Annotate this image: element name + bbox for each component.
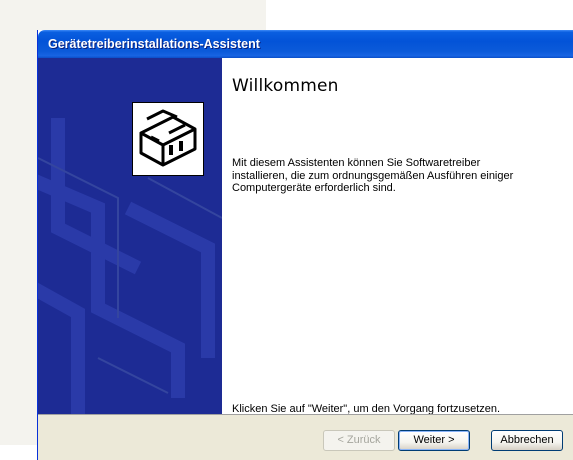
wizard-window: Gerätetreiberinstallations-Assistent Wil… [37, 30, 573, 460]
cancel-button[interactable]: Abbrechen [491, 430, 563, 451]
wizard-sidebar [38, 58, 222, 414]
next-button[interactable]: Weiter > [398, 430, 470, 451]
title-bar[interactable]: Gerätetreiberinstallations-Assistent [38, 30, 573, 58]
intro-text: Mit diesem Assistenten können Sie Softwa… [232, 157, 514, 194]
driver-install-icon [132, 102, 204, 176]
wizard-content: Willkommen Mit diesem Assistenten können… [222, 58, 573, 415]
window-title: Gerätetreiberinstallations-Assistent [48, 37, 260, 51]
back-button[interactable]: < Zurück [323, 430, 395, 451]
page-title: Willkommen [232, 76, 339, 96]
button-bar: < Zurück Weiter > Abbrechen [38, 415, 573, 460]
